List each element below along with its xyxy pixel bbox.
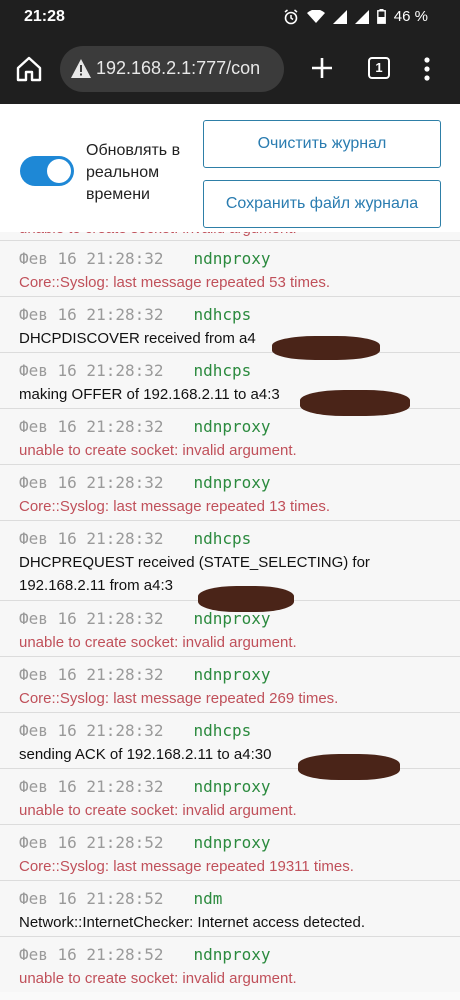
log-date: Фев 16 21:28:32 bbox=[19, 777, 164, 796]
log-entry-meta: Фев 16 21:28:32 ndnproxy bbox=[19, 417, 460, 439]
log-message: Core::Syslog: last message repeated 1931… bbox=[19, 858, 354, 875]
new-tab-icon[interactable] bbox=[310, 56, 334, 80]
wifi-icon bbox=[306, 9, 325, 23]
log-date: Фев 16 21:28:32 bbox=[19, 473, 164, 492]
log-date: Фев 16 21:28:32 bbox=[19, 417, 164, 436]
log-source: ndnproxy bbox=[193, 417, 271, 436]
battery-level: 46 % bbox=[393, 8, 428, 25]
log-message: Core::Syslog: last message repeated 53 t… bbox=[19, 274, 330, 291]
clear-log-button[interactable]: Очистить журнал bbox=[203, 120, 441, 168]
log-message: Core::Syslog: last message repeated 269 … bbox=[19, 690, 339, 707]
log-date: Фев 16 21:28:52 bbox=[19, 833, 164, 852]
clock: 21:28 bbox=[24, 8, 65, 25]
log-source: ndnproxy bbox=[193, 249, 271, 268]
log-message: DHCPREQUEST received (STATE_SELECTING) f… bbox=[19, 554, 370, 571]
log-source: ndnproxy bbox=[193, 777, 271, 796]
address-bar[interactable]: 192.168.2.1:777/con bbox=[60, 46, 284, 92]
log-entry: Фев 16 21:28:52 ndmNetwork::InternetCheck… bbox=[0, 880, 460, 936]
log-message: unable to create socket: invalid argumen… bbox=[19, 970, 297, 987]
log-entry-meta: Фев 16 21:28:32 ndhcps bbox=[19, 305, 460, 327]
log-entry: Фев 16 21:28:52 ndnproxy unable to create … bbox=[0, 936, 460, 992]
battery-icon bbox=[376, 9, 386, 24]
redaction-mark bbox=[300, 390, 410, 416]
log-entry-meta: Фев 16 21:28:32 ndhcps bbox=[19, 721, 460, 743]
status-bar: 21:28 46 % bbox=[0, 0, 460, 36]
tab-switcher-button[interactable]: 1 bbox=[368, 57, 390, 79]
log-entry-meta: Фев 16 21:28:32 ndnproxy bbox=[19, 609, 460, 631]
log-source: ndnproxy bbox=[193, 473, 271, 492]
log-entry: Фев 16 21:28:32 ndnproxyCore::Syslog: las… bbox=[0, 464, 460, 520]
log-date: Фев 16 21:28:52 bbox=[19, 889, 164, 908]
log-source: ndhcps bbox=[193, 529, 252, 548]
log-message: unable to create socket: invalid argumen… bbox=[19, 802, 297, 819]
log-entry-meta: Фев 16 21:28:32 ndhcps bbox=[19, 529, 460, 551]
log-entry-meta: Фев 16 21:28:32 ndnproxy bbox=[19, 777, 460, 799]
log-date: Фев 16 21:28:32 bbox=[19, 361, 164, 380]
alarm-icon bbox=[284, 8, 298, 24]
log-message: Core::Syslog: last message repeated 13 t… bbox=[19, 498, 330, 515]
log-controls: Обновлять в реальном времени Очистить жу… bbox=[0, 104, 460, 232]
save-log-button[interactable]: Сохранить файл журнала bbox=[203, 180, 441, 228]
log-entry: Фев 16 21:28:32 ndnproxyCore::Syslog: las… bbox=[0, 656, 460, 712]
realtime-toggle[interactable] bbox=[20, 156, 74, 186]
home-icon[interactable] bbox=[14, 54, 44, 84]
log-date: Фев 16 21:28:32 bbox=[19, 665, 164, 684]
log-entry: Фев 16 21:28:32 ndnproxy unable to create … bbox=[0, 408, 460, 464]
browser-toolbar: 192.168.2.1:777/con 1 bbox=[0, 36, 460, 104]
redaction-mark bbox=[298, 754, 400, 780]
log-entry-meta: Фев 16 21:28:52 ndnproxy bbox=[19, 945, 460, 967]
more-menu-icon[interactable] bbox=[422, 56, 432, 82]
realtime-toggle-label: Обновлять в реальном времени bbox=[86, 142, 181, 203]
signal-icon bbox=[332, 9, 347, 24]
toggle-knob bbox=[47, 159, 71, 183]
log-entry-meta: Фев 16 21:28:52 ndnproxy bbox=[19, 833, 460, 855]
log-message: unable to create socket: invalid argumen… bbox=[19, 634, 297, 651]
warning-icon[interactable] bbox=[70, 58, 92, 80]
log-date: Фев 16 21:28:52 bbox=[19, 945, 164, 964]
log-entry: Фев 16 21:28:52 ndnproxyCore::Syslog: las… bbox=[0, 824, 460, 880]
url-text[interactable]: 192.168.2.1:777/con bbox=[96, 58, 260, 79]
log-entry-meta: Фев 16 21:28:32 ndnproxy bbox=[19, 249, 460, 271]
log-date: Фев 16 21:28:32 bbox=[19, 609, 164, 628]
redaction-mark bbox=[272, 336, 380, 360]
log-date: Фев 16 21:28:32 bbox=[19, 249, 164, 268]
log-source: ndhcps bbox=[193, 361, 252, 380]
log-source: ndnproxy bbox=[193, 833, 271, 852]
log-source: ndm bbox=[193, 889, 223, 908]
log-message: Network::InternetChecker: Internet acces… bbox=[19, 914, 366, 931]
log-entry-meta: Фев 16 21:28:32 ndhcps bbox=[19, 361, 460, 383]
log-entry: Фев 16 21:28:32 ndnproxyCore::Syslog: las… bbox=[0, 240, 460, 296]
log-entry-meta: Фев 16 21:28:32 ndnproxy bbox=[19, 665, 460, 687]
log-message: unable to create socket: invalid argumen… bbox=[19, 442, 297, 459]
signal-icon bbox=[354, 9, 369, 24]
redaction-mark bbox=[198, 586, 294, 612]
log-entry-meta: Фев 16 21:28:32 ndnproxy bbox=[19, 473, 460, 495]
log-date: Фев 16 21:28:32 bbox=[19, 529, 164, 548]
log-entry: Фев 16 21:28:32 ndhcps DHCPDISCOVER receiv… bbox=[0, 296, 460, 352]
web-page: Обновлять в реальном времени Очистить жу… bbox=[0, 104, 460, 1000]
log-date: Фев 16 21:28:32 bbox=[19, 305, 164, 324]
log-source: ndnproxy bbox=[193, 665, 271, 684]
log-source: ndhcps bbox=[193, 305, 252, 324]
log-message: DHCPDISCOVER received from a4 bbox=[19, 330, 256, 347]
log-date: Фев 16 21:28:32 bbox=[19, 721, 164, 740]
log-source: ndnproxy bbox=[193, 945, 271, 964]
log-entry-meta: Фев 16 21:28:52 ndm bbox=[19, 889, 460, 911]
log-source: ndhcps bbox=[193, 721, 252, 740]
log-entry: Фев 16 21:28:32 ndnproxy unable to create … bbox=[0, 768, 460, 824]
status-icons: 46 % bbox=[283, 8, 428, 25]
